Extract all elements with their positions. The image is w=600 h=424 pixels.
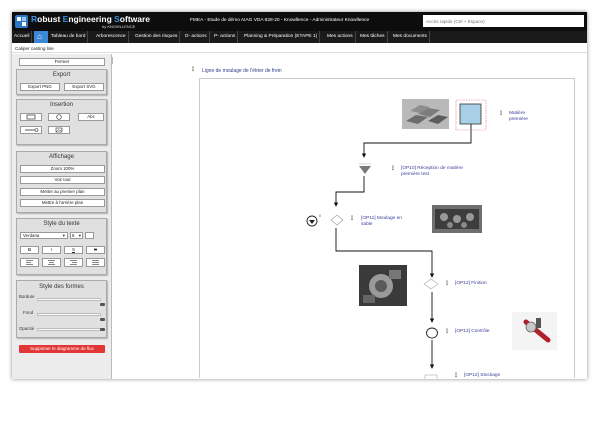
brand-name: Robust Engineering Software <box>31 14 151 24</box>
border-label: Bordure <box>19 294 35 299</box>
fill-label: Fond <box>23 310 34 315</box>
chevron-down-icon: ▾ <box>78 233 81 238</box>
op12-finition-menu-icon[interactable]: ⋮ <box>444 281 450 287</box>
app-window: Robust Engineering Software by KNOWLLENC… <box>12 12 587 379</box>
top-bar: Robust Engineering Software by KNOWLLENC… <box>12 12 587 31</box>
rectangle-tool[interactable] <box>20 113 42 121</box>
circle-tool[interactable] <box>48 113 70 121</box>
quick-access-input[interactable] <box>423 15 584 27</box>
bold-button[interactable]: G <box>20 246 39 254</box>
logo-icon <box>15 15 28 28</box>
shape-style-title: Style des formes <box>39 284 84 290</box>
op12-finition-label: [OP12] Finition <box>455 281 487 286</box>
text-style-panel: Style du texte Verdana ▾ 8 ▾ G I S S <box>16 218 107 275</box>
text-tool[interactable]: Abc <box>78 113 104 121</box>
arrow-tool[interactable] <box>20 126 42 134</box>
op11-label: [OP11] Moulage en sable <box>361 216 402 227</box>
diagram-canvas[interactable]: ⋮ Ligne de moulage de l'étrier de frein <box>113 54 587 379</box>
font-family-value: Verdana <box>23 233 40 238</box>
op10-label: [OP10] Réception de matière première tes… <box>401 166 463 177</box>
border-slider-handle[interactable] <box>100 303 105 306</box>
op12-finition-node <box>423 278 439 290</box>
nav-mes-documents[interactable]: Mes documents <box>391 31 430 43</box>
align-right-button[interactable] <box>64 258 83 267</box>
strikethrough-button[interactable]: S <box>86 246 105 254</box>
align-left-button[interactable] <box>20 258 39 267</box>
align-center-button[interactable] <box>42 258 61 267</box>
op10-reception-node <box>359 166 371 174</box>
delete-diagram-button[interactable]: Supprimer le diagramme de flux <box>19 345 105 353</box>
nav-mes-actions[interactable]: Mes actions <box>325 31 356 43</box>
export-png-button[interactable]: Export PNG <box>20 83 60 91</box>
op10-menu-icon[interactable]: ⋮ <box>390 166 396 172</box>
nav-gestion-des-risques[interactable]: Gestion des risques <box>133 31 181 43</box>
tool-sidebar: Fermer Export Export PNG Export SVG Inse… <box>12 54 112 379</box>
op11-menu-icon[interactable]: ⋮ <box>349 216 355 222</box>
export-svg-button[interactable]: Export SVG <box>64 83 104 91</box>
chevron-down-icon: ▾ <box>62 233 65 238</box>
raw-material-label: Matière première <box>509 111 528 122</box>
op11-moulage-node <box>330 214 344 226</box>
nav-p-actions[interactable]: P- actions <box>212 31 239 43</box>
opacity-slider-handle[interactable] <box>100 328 105 331</box>
breadcrumb: Caliper casting line <box>12 44 587 53</box>
raw-material-menu-icon[interactable]: ⋮ <box>498 111 504 117</box>
main-nav: Accueil ⌂ Tableau de bord Arborescence G… <box>12 31 587 43</box>
insertion-panel: Insertion Abc <box>16 99 107 145</box>
text-color-swatch[interactable] <box>85 232 94 239</box>
insertion-title: Insertion <box>49 102 73 108</box>
font-size-value: 8 <box>72 233 75 238</box>
opacity-label: Opacité <box>19 326 35 331</box>
display-title: Affichage <box>49 154 74 160</box>
font-family-select[interactable]: Verdana ▾ <box>20 232 68 239</box>
nav-planning[interactable]: Planning & Préparation (ETAPE 1) <box>242 31 321 43</box>
fill-slider-handle[interactable] <box>100 318 105 321</box>
display-panel: Affichage Zoom 100% Voir tout Mettre au … <box>16 151 107 213</box>
brand-subtitle: by KNOWLLENCE <box>102 23 136 29</box>
home-icon: ⌂ <box>37 32 42 41</box>
export-panel: Export Export PNG Export SVG <box>16 69 107 95</box>
nav-home[interactable]: ⌂ <box>34 31 48 43</box>
fill-slider[interactable] <box>37 313 101 316</box>
see-all-button[interactable]: Voir tout <box>20 176 105 184</box>
export-title: Export <box>52 72 71 78</box>
op13-controle-node <box>426 327 438 339</box>
font-size-select[interactable]: 8 ▾ <box>70 232 83 239</box>
nav-mes-taches[interactable]: Mes tâches <box>358 31 388 43</box>
italic-button[interactable]: I <box>42 246 61 254</box>
text-style-title: Style du texte <box>43 221 80 227</box>
close-button[interactable]: Fermer <box>19 58 105 66</box>
opacity-slider[interactable] <box>37 328 101 331</box>
inspection-photo <box>512 312 557 350</box>
send-to-back-button[interactable]: Mettre à l'arrière plan <box>20 199 105 207</box>
op12-stockage-menu-icon[interactable]: ⋮ <box>453 373 459 379</box>
op13-label: [OP13] Contrôle <box>455 329 490 334</box>
finishing-photo <box>359 265 407 306</box>
svg-text:0: 0 <box>319 214 321 218</box>
nav-d-actions[interactable]: D- actions <box>183 31 210 43</box>
study-context: FMEA - Etude de démo AIAG VDA 828-20 - K… <box>190 18 370 23</box>
sand-casting-photo <box>432 205 482 233</box>
nav-tableau-de-bord[interactable]: Tableau de bord <box>49 31 89 43</box>
nav-arborescence[interactable]: Arborescence <box>94 31 129 43</box>
op12-stockage-node <box>424 374 438 379</box>
raw-material-node <box>459 103 482 125</box>
connector-op10-op11 <box>333 176 365 207</box>
op12-stockage-label: [OP12] Stockage <box>464 373 501 378</box>
image-tool[interactable] <box>48 126 70 134</box>
nav-accueil[interactable]: Accueil <box>12 31 33 43</box>
underline-button[interactable]: S <box>64 246 83 254</box>
op13-menu-icon[interactable]: ⋮ <box>444 329 450 335</box>
align-justify-button[interactable] <box>86 258 105 267</box>
bring-to-front-button[interactable]: Mettre au premier plan <box>20 188 105 196</box>
border-slider[interactable] <box>37 298 101 301</box>
shape-style-panel: Style des formes Bordure Fond Opacité <box>16 280 107 338</box>
raw-material-photo <box>402 99 449 129</box>
zoom-100-button[interactable]: Zoom 100% <box>20 165 105 173</box>
